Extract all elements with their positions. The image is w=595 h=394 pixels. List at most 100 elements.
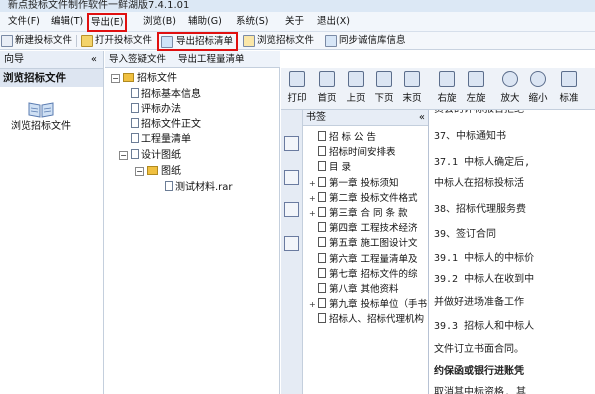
bookmark-item[interactable]: 招 标 公 告 <box>309 131 376 144</box>
browse-tender-file-button[interactable]: 浏览招标文件 <box>242 34 314 48</box>
tree-item[interactable]: 招标文件正文 <box>131 118 201 131</box>
page-icon <box>318 176 326 187</box>
bookmark-label: 第七章 招标文件的综 <box>329 268 418 280</box>
expand-node-icon[interactable]: + <box>309 208 317 220</box>
expand-node-icon[interactable]: + <box>309 299 317 311</box>
tree-item[interactable]: 招标基本信息 <box>131 88 201 101</box>
print-button[interactable]: 打印 <box>283 70 311 108</box>
tab-export-bill-of-quantities[interactable]: 导出工程量清单 <box>178 53 245 66</box>
browse-file-icon <box>243 35 255 47</box>
page-icon <box>318 207 326 217</box>
export-list-icon <box>161 36 173 48</box>
first-page-button[interactable]: 首页 <box>313 70 341 108</box>
viewer-side-tabs <box>281 110 303 394</box>
document-line: 39.3 招标人和中标人 <box>434 321 535 332</box>
bookmark-label: 招 标 公 告 <box>329 132 377 143</box>
bookmark-panel-icon[interactable] <box>284 136 299 151</box>
bookmark-item[interactable]: + 第三章 合 同 条 款 <box>309 207 408 220</box>
document-line: 员会的评标报告拒绝 <box>434 110 524 116</box>
zoom-out-button[interactable]: 缩小 <box>524 70 552 108</box>
page-icon <box>318 131 326 141</box>
collapse-icon[interactable]: « <box>91 51 97 69</box>
collapse-node-icon[interactable]: − <box>119 151 128 160</box>
rotate-right-button[interactable]: 右旋 <box>433 70 461 108</box>
bookmark-item[interactable]: 招标时间安排表 <box>309 146 396 159</box>
bookmark-label: 第二章 投标文件格式 <box>329 192 418 204</box>
expand-node-icon[interactable]: + <box>309 193 317 205</box>
page-icon <box>318 191 326 202</box>
collapse-icon[interactable]: « <box>419 110 425 126</box>
bookmark-item[interactable]: 第七章 招标文件的综 <box>309 267 418 281</box>
standard-size-icon <box>561 71 577 87</box>
menu-browse[interactable]: 浏览(B) <box>143 15 176 29</box>
window-title: 新点投标文件制作软件一鲜湖版7.4.1.01 <box>8 0 190 11</box>
menu-about[interactable]: 关于 <box>285 15 304 29</box>
folder-icon <box>147 166 158 175</box>
tab-import-clarification[interactable]: 导入签疑文件 <box>109 53 166 66</box>
sync-integrity-button[interactable]: 同步诚信库信息 <box>324 34 406 48</box>
expand-node-icon[interactable]: + <box>309 178 317 190</box>
tree-item-drawings-folder[interactable]: − 图纸 <box>135 165 181 178</box>
wizard-section-title: 浏览招标文件 <box>0 69 103 87</box>
viewer-toolbar: 打印 首页 上页 下页 末页 右旋 左旋 放大 缩小 标准 <box>281 68 595 110</box>
zoom-out-icon <box>530 71 546 87</box>
bookmark-item[interactable]: 第八章 其他资料 <box>309 283 399 296</box>
layers-panel-icon[interactable] <box>284 236 299 251</box>
print-icon <box>289 71 305 87</box>
tree-item[interactable]: 评标办法 <box>131 103 181 116</box>
bookmark-label: 第三章 合 同 条 款 <box>329 208 408 219</box>
menu-exit[interactable]: 退出(X) <box>317 15 350 29</box>
menu-bar: 文件(F) 编辑(T) 导出(E) 浏览(B) 辅助(G) 系统(S) 关于 退… <box>0 12 595 32</box>
bookmark-item[interactable]: 目 录 <box>309 161 351 174</box>
tree-item-file[interactable]: 测试材料.rar <box>165 181 233 194</box>
bookmark-item[interactable]: + 第九章 投标单位（手书 <box>309 298 427 311</box>
zoom-in-button[interactable]: 放大 <box>496 70 524 108</box>
prev-page-button[interactable]: 上页 <box>342 70 370 108</box>
next-page-button[interactable]: 下页 <box>370 70 398 108</box>
open-folder-icon <box>81 35 93 47</box>
bookmark-item[interactable]: 招标人、招标代理机构 <box>309 313 424 326</box>
document-icon <box>131 88 139 98</box>
document-line: 39.1 中标人的中标价 <box>434 253 535 264</box>
bookmark-item[interactable]: + 第一章 投标须知 <box>309 176 399 190</box>
document-icon <box>131 118 139 128</box>
annotation-panel-icon[interactable] <box>284 202 299 217</box>
last-page-button[interactable]: 末页 <box>398 70 426 108</box>
browse-tender-file-item[interactable]: 浏览招标文件 <box>8 121 74 133</box>
menu-export[interactable]: 导出(E) <box>87 13 128 32</box>
document-icon <box>131 149 139 159</box>
document-line: 文件订立书面合同。 <box>434 344 524 355</box>
standard-size-button[interactable]: 标准 <box>555 70 583 108</box>
tree-item[interactable]: 工程量清单 <box>131 133 191 146</box>
open-book-icon[interactable] <box>27 99 55 119</box>
rotate-left-icon <box>468 71 484 87</box>
collapse-node-icon[interactable]: − <box>135 167 144 176</box>
bookmark-item[interactable]: 第四章 工程技术经济 <box>309 222 418 235</box>
document-line: 39、签订合同 <box>434 229 497 240</box>
document-line: 并做好进场准备工作 <box>434 297 524 308</box>
menu-edit[interactable]: 编辑(T) <box>51 15 83 29</box>
page-icon <box>318 313 326 324</box>
tree-item-drawings[interactable]: − 设计图纸 <box>119 149 181 162</box>
page-icon <box>318 146 326 157</box>
page-icon <box>318 283 326 293</box>
menu-file[interactable]: 文件(F) <box>8 15 40 29</box>
bookmarks-panel: 书签 « 招 标 公 告招标时间安排表目 录 + 第一章 投标须知 + 第二章 投标文件… <box>303 110 429 394</box>
new-bid-file-button[interactable]: 新建投标文件 <box>0 34 72 48</box>
export-tender-list-button[interactable]: 导出招标清单 <box>157 32 239 51</box>
bookmark-item[interactable]: 第六章 工程量清单及 <box>309 252 418 266</box>
rotate-left-button[interactable]: 左旋 <box>462 70 490 108</box>
title-bar: 新点投标文件制作软件一鲜湖版7.4.1.01 <box>0 0 595 12</box>
document-line: 约保函或银行进账凭 <box>434 366 524 377</box>
collapse-node-icon[interactable]: − <box>111 74 120 83</box>
menu-system[interactable]: 系统(S) <box>236 15 268 29</box>
open-bid-file-button[interactable]: 打开投标文件 <box>80 34 152 48</box>
page-icon <box>318 298 326 309</box>
document-line: 37.1 中标人确定后, <box>434 157 531 168</box>
tree-root[interactable]: − 招标文件 <box>111 72 177 85</box>
thumbnail-panel-icon[interactable] <box>284 170 299 185</box>
bookmark-item[interactable]: 第五章 施工图设计文 <box>309 237 418 250</box>
menu-assist[interactable]: 辅助(G) <box>188 15 222 29</box>
bookmark-item[interactable]: + 第二章 投标文件格式 <box>309 191 418 205</box>
page-icon <box>318 252 326 263</box>
